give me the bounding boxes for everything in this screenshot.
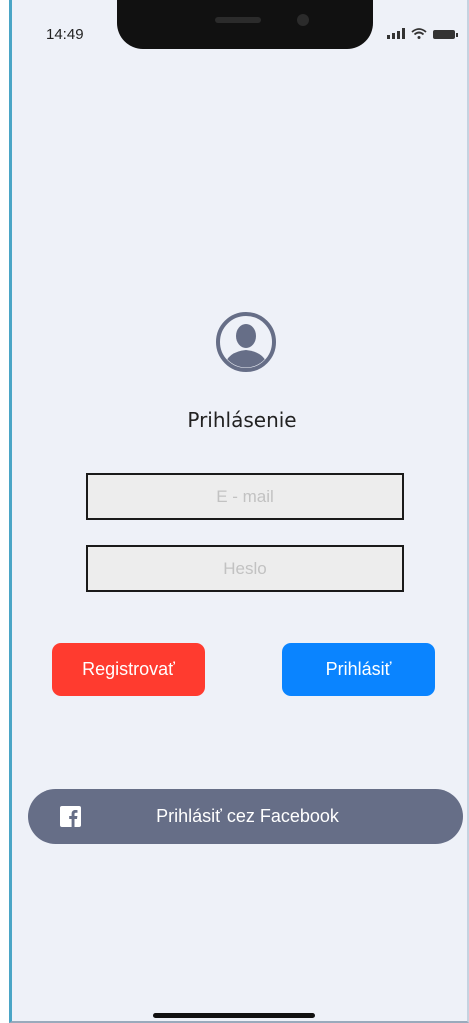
page-title: Prihlásenie [187, 408, 297, 432]
home-indicator [153, 1013, 315, 1018]
login-button-label: Prihlásiť [325, 659, 392, 679]
status-icons [387, 28, 458, 39]
notch-camera [297, 14, 309, 26]
wifi-icon [411, 28, 427, 39]
register-button-label: Registrovať [82, 659, 175, 679]
login-button[interactable]: Prihlásiť [282, 643, 435, 696]
register-button[interactable]: Registrovať [52, 643, 205, 696]
notch-speaker [215, 17, 261, 23]
password-field[interactable]: Heslo [86, 545, 404, 592]
email-placeholder: E - mail [216, 486, 274, 506]
facebook-login-button[interactable]: Prihlásiť cez Facebook [28, 789, 463, 844]
email-field[interactable]: E - mail [86, 473, 404, 520]
signal-icon [387, 28, 405, 39]
phone-screen: 14:49 Prihlásenie E - mail Heslo Registr… [9, 0, 469, 1023]
battery-icon [433, 30, 458, 39]
facebook-login-label: Prihlásiť cez Facebook [156, 806, 339, 826]
status-time: 14:49 [46, 26, 84, 43]
user-avatar-icon [216, 312, 276, 372]
device-notch [117, 0, 373, 49]
password-placeholder: Heslo [223, 558, 267, 578]
